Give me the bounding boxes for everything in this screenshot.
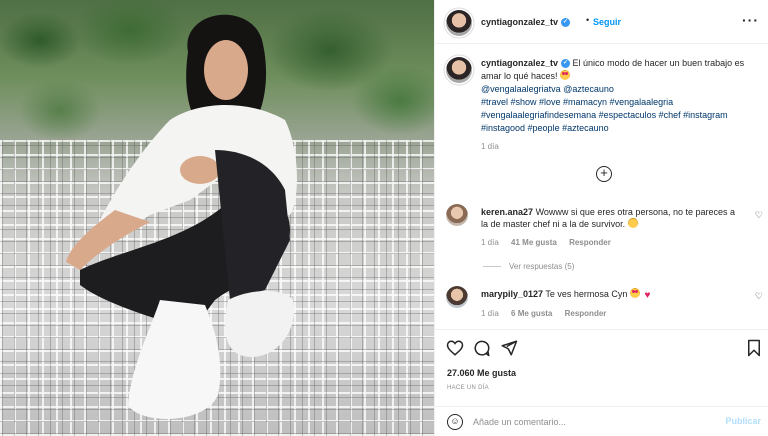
plus-circle-icon[interactable]: + [596,166,612,182]
post-date[interactable]: HACE UN DÍA [447,385,489,391]
bookmark-icon[interactable] [745,339,763,357]
comment-likes[interactable]: 6 Me gusta [511,309,552,318]
heart-eyes-emoji-icon [629,288,640,298]
view-replies-button[interactable]: Ver respuestas (5) [483,262,574,271]
comment-time[interactable]: 1 día [481,309,499,318]
publish-button[interactable]: Publicar [725,416,761,426]
comment-username[interactable]: keren.ana27 [481,207,533,217]
author-username[interactable]: cyntiagonzalez_tv ✓ [481,17,571,28]
author-avatar[interactable] [446,10,472,36]
comment-time[interactable]: 1 día [481,238,499,247]
comment-heart-icon[interactable]: ♡ [755,210,763,221]
caption-username[interactable]: cyntiagonzalez_tv ✓ [481,58,571,69]
post-sidebar: cyntiagonzalez_tv ✓ • Seguir ··· cyntiago… [434,0,768,436]
reply-button[interactable]: Responder [569,238,611,247]
caption-time[interactable]: 1 día [481,142,499,151]
worried-emoji-icon [627,218,638,228]
add-comment-bar: ☺ Publicar [435,406,768,436]
mention-link[interactable]: @aztecauno [563,84,614,94]
comment-text: keren.ana27 Wowww si que eres otra perso… [481,206,743,230]
verified-icon: ✓ [561,18,571,28]
comment-meta: 1 día 6 Me gusta Responder [481,309,606,318]
comment-heart-icon[interactable]: ♡ [755,291,763,302]
red-heart-emoji-icon: ♥ [644,290,651,301]
comment-input[interactable] [473,414,713,430]
woman-sitting-figure [66,14,297,419]
separator-dot: • [586,15,590,25]
more-options-icon[interactable]: ··· [742,12,759,28]
comment-body: Te ves hermosa Cyn [545,289,628,299]
heart-outline-icon[interactable] [446,339,464,357]
caption-avatar[interactable] [446,57,472,83]
comment-meta: 1 día 41 Me gusta Responder [481,238,611,247]
comment-text: marypily_0127 Te ves hermosa Cyn ♥ [481,288,743,301]
instagram-post-modal: cyntiagonzalez_tv ✓ • Seguir ··· cyntiago… [0,0,768,436]
commenter-avatar[interactable] [446,286,468,308]
post-photo[interactable] [0,0,434,436]
likes-count[interactable]: 27.060 Me gusta [447,368,516,378]
reply-button[interactable]: Responder [565,309,607,318]
mention-link[interactable]: @vengalaalegriatva [481,84,561,94]
comment-username[interactable]: marypily_0127 [481,289,543,299]
commenter-avatar[interactable] [446,204,468,226]
share-icon[interactable] [500,339,518,357]
post-header: cyntiagonzalez_tv ✓ • Seguir ··· [435,0,768,44]
hashtags[interactable]: #travel #show #love #mamacyn #vengalaale… [481,97,728,133]
follow-button[interactable]: Seguir [593,17,621,27]
replies-line [483,266,501,268]
post-actions: 27.060 Me gusta HACE UN DÍA ☺ Publicar [435,329,768,433]
smile-icon[interactable]: ☺ [447,414,463,430]
verified-icon: ✓ [561,59,571,69]
comment-icon[interactable] [473,339,491,357]
heart-eyes-emoji-icon [560,70,571,80]
comment-likes[interactable]: 41 Me gusta [511,238,557,247]
caption-text: cyntiagonzalez_tv ✓ El único modo de hace… [481,57,761,135]
